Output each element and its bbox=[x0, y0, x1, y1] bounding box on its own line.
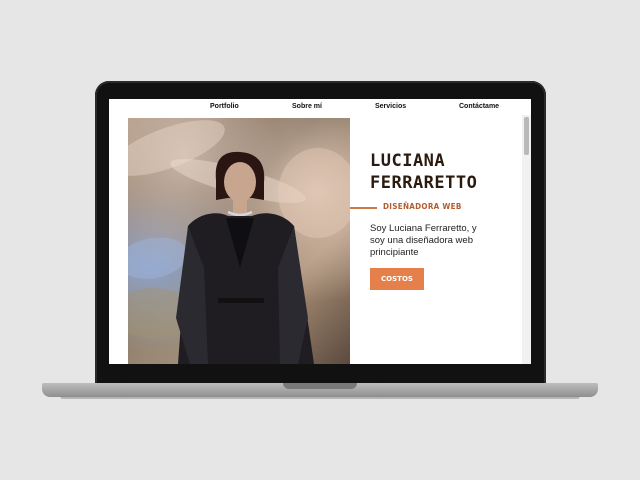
nav-item-servicios[interactable]: Servicios bbox=[375, 103, 406, 110]
laptop-shadow bbox=[60, 396, 580, 399]
nav-item-portfolio[interactable]: Portfolio bbox=[210, 103, 239, 110]
scrollbar-thumb[interactable] bbox=[524, 117, 529, 155]
costos-button[interactable]: COSTOS bbox=[370, 268, 424, 290]
person-figure bbox=[176, 151, 314, 364]
nav-item-contactame[interactable]: Contáctame bbox=[459, 103, 499, 110]
website-screen: Portfolio Sobre mí Servicios Contáctame bbox=[109, 99, 531, 364]
page-title: LUCIANA FERRARETTO bbox=[370, 151, 478, 194]
nav-item-sobre-mi[interactable]: Sobre mí bbox=[292, 103, 322, 110]
laptop-notch bbox=[283, 383, 357, 389]
role-divider bbox=[350, 207, 377, 209]
vertical-scrollbar[interactable] bbox=[522, 115, 531, 364]
role-label: DISEÑADORA WEB bbox=[383, 202, 462, 211]
profile-photo bbox=[128, 118, 350, 364]
laptop-mockup-scene: Portfolio Sobre mí Servicios Contáctame bbox=[0, 0, 640, 480]
intro-text: Soy Luciana Ferraretto, y soy una diseña… bbox=[370, 223, 477, 258]
top-navigation: Portfolio Sobre mí Servicios Contáctame bbox=[109, 99, 531, 115]
